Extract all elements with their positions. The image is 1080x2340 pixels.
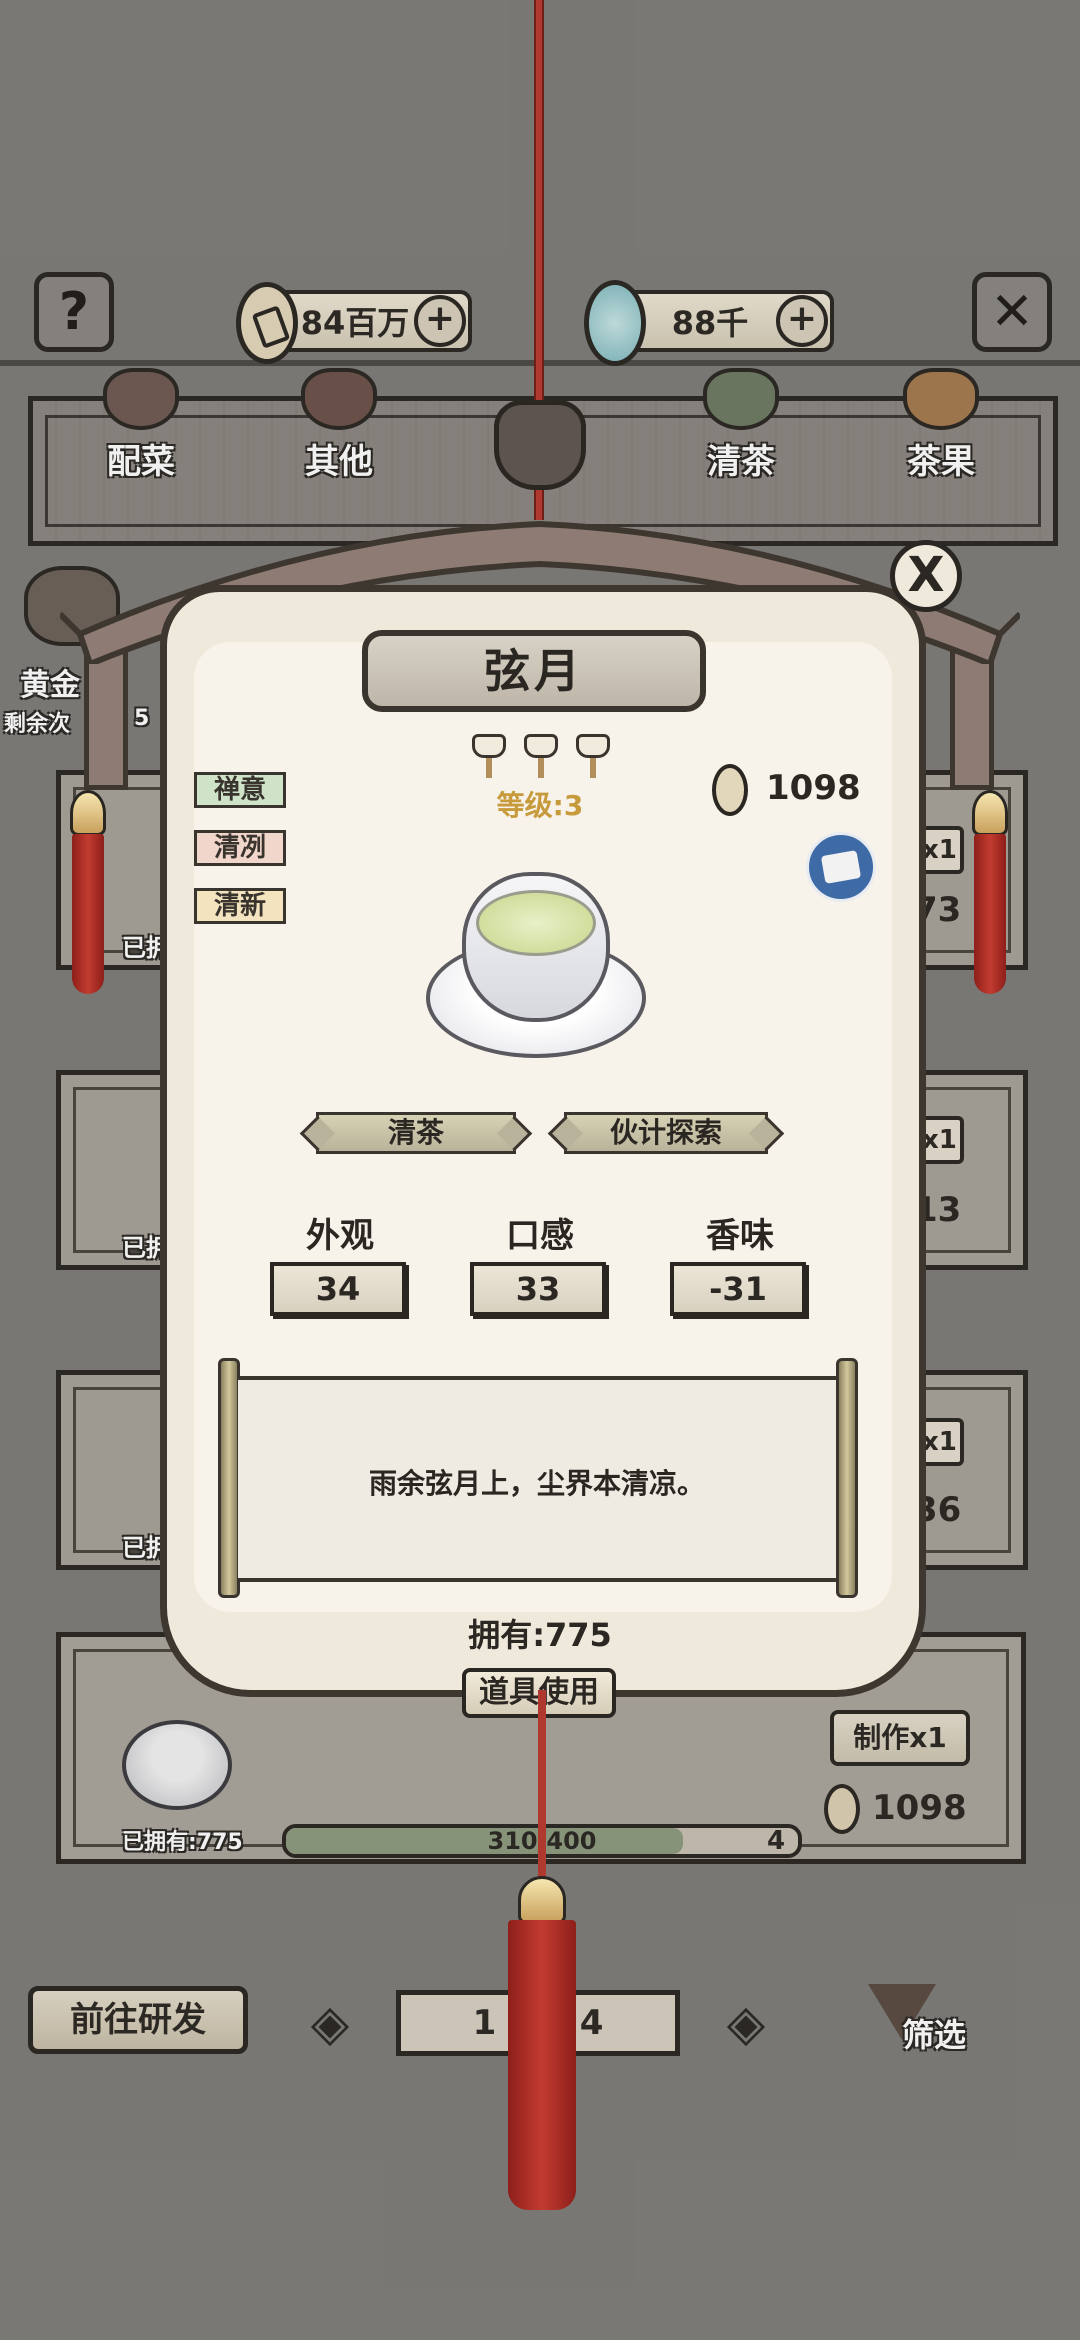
- scroll-rod-right: [836, 1358, 858, 1598]
- tea-level: 等级:3: [496, 789, 584, 822]
- stat-aroma-label: 香味: [706, 1216, 774, 1256]
- scroll-rod-left: [218, 1358, 240, 1598]
- cat-mascot-icon: [494, 400, 586, 490]
- stat-appearance-label: 外观: [306, 1216, 374, 1256]
- flavor-tag: 禅意: [194, 772, 286, 808]
- tea-title: 弦月: [362, 630, 706, 712]
- owned-count: 拥有:775: [468, 1616, 612, 1654]
- level-lantern-icon: [524, 728, 558, 778]
- level-lantern-icon: [576, 728, 610, 778]
- flavor-tag: 清冽: [194, 830, 286, 866]
- tassel-cap-right: [972, 790, 1008, 836]
- coin-icon: [712, 764, 748, 816]
- level-lantern-icon: [472, 728, 506, 778]
- stat-taste-label: 口感: [506, 1216, 574, 1256]
- tassel-cap-left: [70, 790, 106, 836]
- category-chip[interactable]: 清茶: [316, 1112, 516, 1154]
- stat-taste-value: 33: [470, 1262, 606, 1316]
- close-modal-button[interactable]: X: [890, 540, 962, 612]
- green-tea-cup-image: [426, 872, 646, 1062]
- tassel-right: [974, 834, 1006, 994]
- stat-aroma-value: -31: [670, 1262, 806, 1316]
- flavor-tag: 清新: [194, 888, 286, 924]
- tea-poem: 雨余弦月上，尘界本清凉。: [368, 1467, 705, 1500]
- source-chip[interactable]: 伙计探索: [564, 1112, 768, 1154]
- tea-price: 1098: [766, 768, 861, 808]
- stat-appearance-value: 34: [270, 1262, 406, 1316]
- tassel-cap-bottom: [518, 1876, 566, 1924]
- tassel-bottom: [508, 1920, 576, 2210]
- tassel-left: [72, 834, 104, 994]
- tea-set-badge-icon[interactable]: [806, 832, 876, 902]
